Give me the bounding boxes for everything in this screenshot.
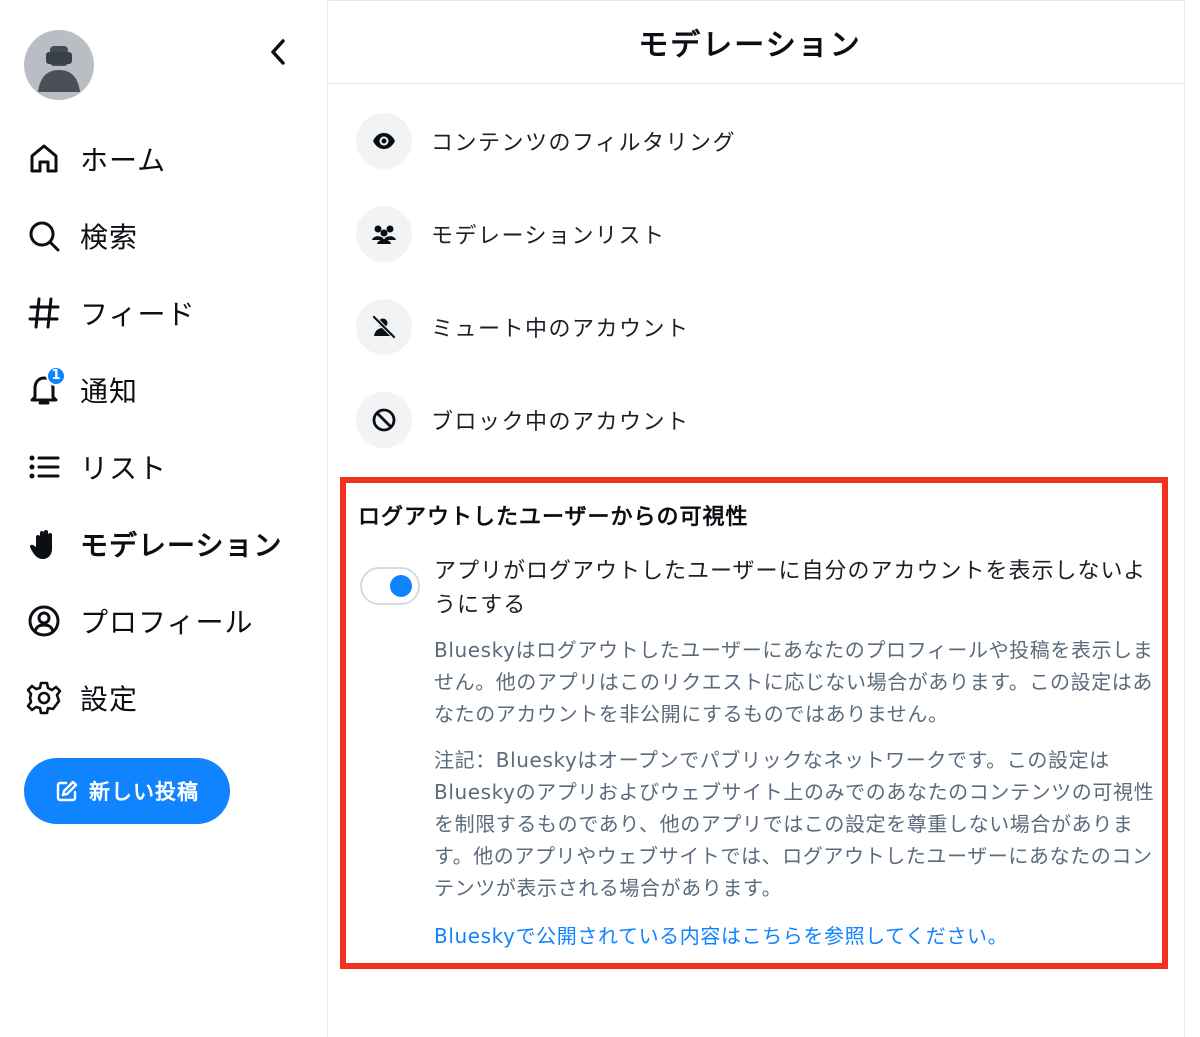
menu-blocked-accounts-label: ブロック中のアカウント — [431, 409, 690, 435]
new-post-label: 新しい投稿 — [89, 780, 199, 804]
notification-badge: 1 — [46, 365, 66, 386]
default-avatar-icon — [38, 46, 80, 92]
moderation-menu: コンテンツのフィルタリング モデレーションリスト ミュート中のアカウント ブロッ… — [329, 84, 1185, 466]
users-icon — [356, 205, 412, 262]
visibility-section-title: ログアウトしたユーザーからの可視性 — [358, 505, 749, 530]
hand-icon — [22, 522, 66, 566]
search-icon — [22, 214, 66, 258]
person-muted-icon — [356, 298, 412, 355]
toggle-knob — [390, 575, 412, 597]
nav-notifications-label: 通知 — [80, 374, 139, 408]
home-icon — [22, 137, 66, 181]
visibility-description: Blueskyはログアウトしたユーザーにあなたのプロフィールや投稿を表示しません… — [434, 638, 1154, 726]
app: ホーム 検索 フィード 1 通知 リスト モデレーション プロフィール 設定 新… — [0, 0, 1200, 1037]
main-nav: ホーム 検索 フィード 1 通知 リスト モデレーション プロフィール 設定 — [22, 120, 312, 736]
nav-home-label: ホーム — [80, 143, 167, 177]
menu-moderation-lists-label: モデレーションリスト — [431, 223, 666, 249]
menu-muted-accounts[interactable]: ミュート中のアカウント — [356, 280, 1185, 373]
sidebar: ホーム 検索 フィード 1 通知 リスト モデレーション プロフィール 設定 新… — [0, 0, 328, 1037]
toggle-label: アプリがログアウトしたユーザーに自分のアカウントを表示しないようにする — [434, 559, 1147, 618]
list-icon — [22, 445, 66, 489]
eye-icon — [356, 112, 412, 169]
compose-icon — [56, 780, 78, 802]
menu-blocked-accounts[interactable]: ブロック中のアカウント — [356, 373, 1185, 466]
avatar[interactable] — [24, 30, 94, 100]
chevron-left-icon — [271, 39, 285, 65]
menu-moderation-lists[interactable]: モデレーションリスト — [356, 187, 1185, 280]
logged-out-visibility-toggle[interactable] — [360, 567, 420, 605]
visibility-note: 注記：Blueskyはオープンでパブリックなネットワークです。この設定はBlue… — [434, 748, 1155, 900]
nav-home[interactable]: ホーム — [22, 120, 312, 197]
nav-feeds[interactable]: フィード — [22, 274, 312, 351]
public-content-link[interactable]: Blueskyで公開されている内容はこちらを参照してください。 — [434, 920, 1008, 949]
menu-muted-accounts-label: ミュート中のアカウント — [431, 316, 690, 342]
nav-moderation-label: モデレーション — [80, 528, 283, 562]
nav-notifications[interactable]: 1 通知 — [22, 351, 312, 428]
nav-settings[interactable]: 設定 — [22, 659, 312, 736]
nav-profile[interactable]: プロフィール — [22, 582, 312, 659]
nav-search[interactable]: 検索 — [22, 197, 312, 274]
page-header: モデレーション — [329, 0, 1185, 84]
page-title: モデレーション — [638, 27, 862, 63]
profile-icon — [22, 599, 66, 643]
nav-lists-label: リスト — [80, 451, 168, 485]
gear-icon — [22, 676, 66, 720]
nav-settings-label: 設定 — [80, 682, 139, 716]
bell-icon: 1 — [22, 365, 66, 412]
nav-moderation[interactable]: モデレーション — [22, 505, 312, 582]
nav-feeds-label: フィード — [80, 297, 196, 331]
nav-search-label: 検索 — [80, 220, 139, 254]
new-post-button[interactable]: 新しい投稿 — [24, 758, 230, 824]
collapse-sidebar-button[interactable] — [258, 32, 298, 72]
nav-profile-label: プロフィール — [80, 605, 254, 639]
nav-lists[interactable]: リスト — [22, 428, 312, 505]
block-icon — [356, 391, 412, 448]
main-content: モデレーション コンテンツのフィルタリング モデレーションリスト ミュート中のア… — [329, 0, 1185, 1037]
right-divider — [1184, 0, 1185, 1037]
menu-content-filtering[interactable]: コンテンツのフィルタリング — [356, 94, 1185, 187]
menu-content-filtering-label: コンテンツのフィルタリング — [431, 130, 737, 156]
hashtag-icon — [22, 291, 66, 335]
logged-out-visibility-section: ログアウトしたユーザーからの可視性 アプリがログアウトしたユーザーに自分のアカウ… — [340, 477, 1168, 969]
